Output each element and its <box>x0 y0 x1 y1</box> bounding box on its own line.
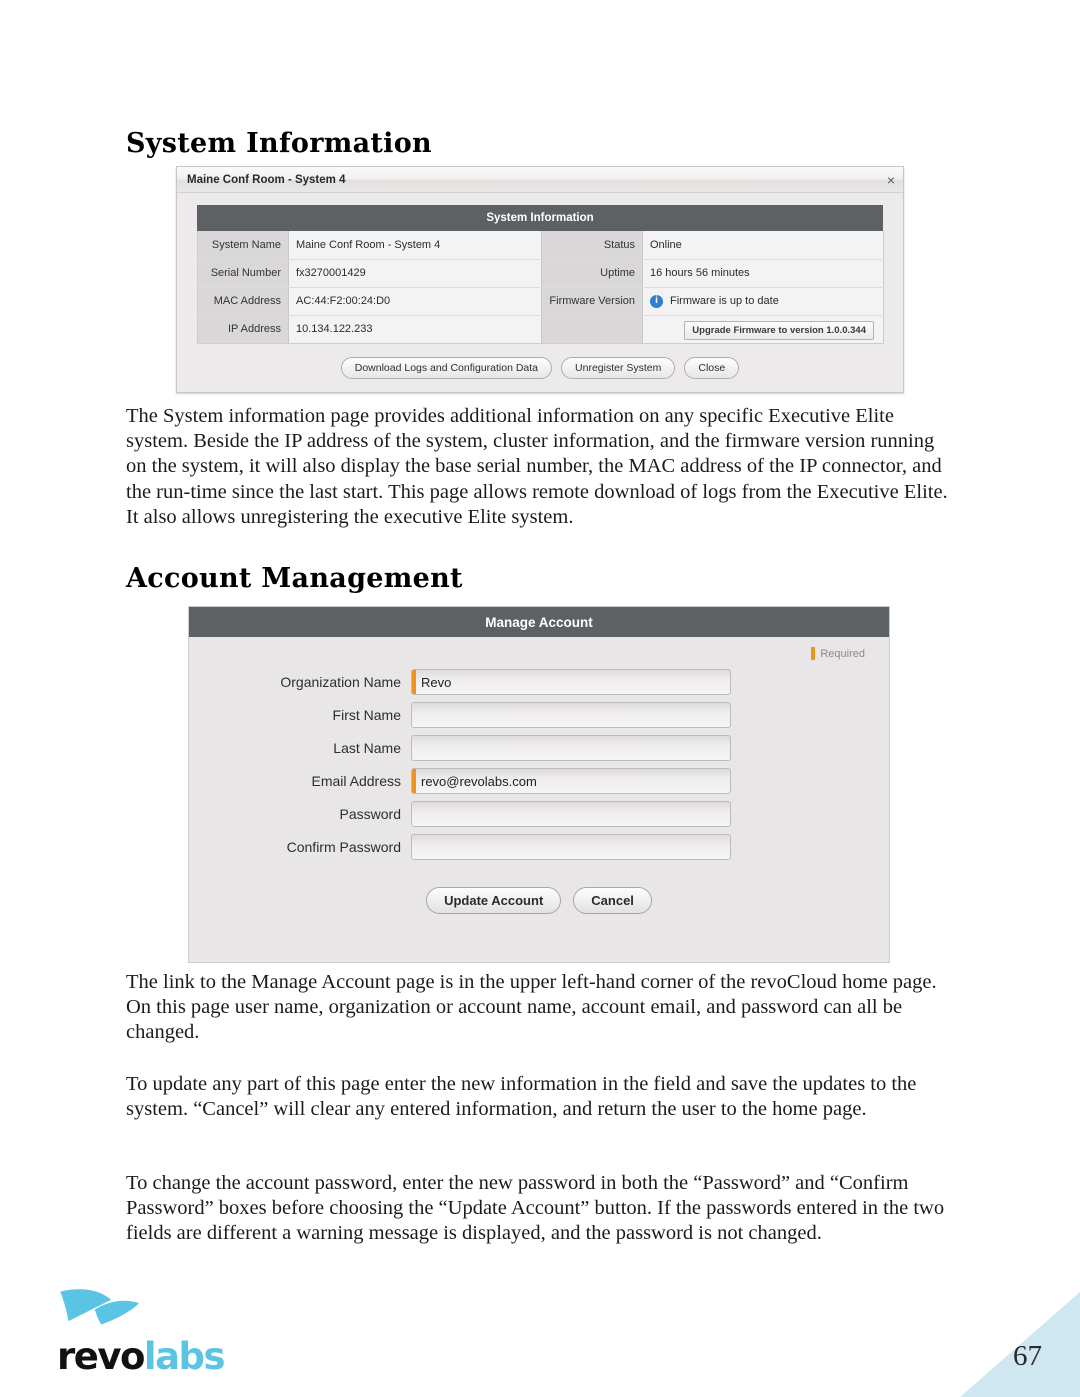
row-label-system-name: System Name <box>197 231 289 260</box>
row-value-mac-address: AC:44:F2:00:24:D0 <box>288 287 542 316</box>
table-row: MAC Address AC:44:F2:00:24:D0 Firmware V… <box>197 287 884 316</box>
manage-account-footer: Update Account Cancel <box>189 867 889 914</box>
revolabs-wing-mark <box>60 1289 140 1325</box>
form-row-last-name: Last Name <box>189 735 889 761</box>
paragraph-update-instructions: To update any part of this page enter th… <box>126 1073 917 1121</box>
form-row-password: Password <box>189 801 889 827</box>
row-value-system-name: Maine Conf Room - System 4 <box>288 231 542 260</box>
manage-account-dialog: Manage Account Required Organization Nam… <box>188 606 890 963</box>
row-label-empty <box>541 315 643 343</box>
row-label-uptime: Uptime <box>541 259 643 288</box>
logo-text-revo: revo <box>57 1335 145 1378</box>
row-value-serial-number: fx3270001429 <box>288 259 542 288</box>
row-value-firmware-version: i Firmware is up to date <box>642 287 884 316</box>
label-first-name: First Name <box>332 707 401 723</box>
form-row-email-address: Email Address revo@revolabs.com <box>189 768 889 794</box>
upgrade-firmware-button[interactable]: Upgrade Firmware to version 1.0.0.344 <box>684 321 874 340</box>
label-password: Password <box>339 806 401 822</box>
email-address-value: revo@revolabs.com <box>421 773 537 789</box>
organization-name-value: Revo <box>421 674 452 690</box>
organization-name-input[interactable]: Revo <box>411 669 731 695</box>
paragraph-system-information: The System information page provides add… <box>126 405 948 528</box>
form-row-confirm-password: Confirm Password <box>189 834 889 860</box>
logo-text-labs: labs <box>143 1335 226 1378</box>
dialog-footer: Download Logs and Configuration Data Unr… <box>197 344 883 392</box>
info-icon: i <box>650 294 663 308</box>
label-email-address: Email Address <box>311 773 401 789</box>
paragraph-password-instructions: To change the account password, enter th… <box>126 1172 945 1245</box>
manage-account-banner: Manage Account <box>189 607 889 637</box>
label-organization-name: Organization Name <box>280 674 401 690</box>
revolabs-wordmark: revolabs <box>57 1338 232 1375</box>
required-legend-label: Required <box>820 647 865 660</box>
close-icon[interactable]: × <box>887 173 895 187</box>
dialog-window-title: Maine Conf Room - System 4 <box>187 173 346 186</box>
dialog-titlebar: Maine Conf Room - System 4 × <box>177 167 903 193</box>
row-label-status: Status <box>541 231 643 260</box>
form-row-first-name: First Name <box>189 702 889 728</box>
system-information-banner: System Information <box>197 205 883 231</box>
required-indicator-icon <box>811 647 816 660</box>
label-last-name: Last Name <box>333 740 401 756</box>
page-title-system-information: System Information <box>126 128 432 159</box>
unregister-system-button[interactable]: Unregister System <box>561 356 676 379</box>
document-page: System Information Maine Conf Room - Sys… <box>0 0 1080 1397</box>
last-name-input[interactable] <box>411 735 731 761</box>
password-input[interactable] <box>411 801 731 827</box>
firmware-status-line: i Firmware is up to date <box>650 294 876 308</box>
row-value-status: Online <box>642 231 884 260</box>
confirm-password-input[interactable] <box>411 834 731 860</box>
paragraph-manage-account-link: The link to the Manage Account page is i… <box>126 971 937 1044</box>
row-label-firmware-version: Firmware Version <box>541 287 643 316</box>
close-button[interactable]: Close <box>684 356 740 379</box>
label-confirm-password: Confirm Password <box>286 839 401 855</box>
system-information-table: System Name Maine Conf Room - System 4 S… <box>197 231 884 344</box>
table-row: IP Address 10.134.122.233 Upgrade Firmwa… <box>197 315 884 343</box>
first-name-input[interactable] <box>411 702 731 728</box>
download-logs-button[interactable]: Download Logs and Configuration Data <box>340 356 553 379</box>
row-label-mac-address: MAC Address <box>197 287 289 316</box>
email-address-input[interactable]: revo@revolabs.com <box>411 768 731 794</box>
table-row: System Name Maine Conf Room - System 4 S… <box>197 231 884 260</box>
revolabs-logo: revolabs <box>57 1285 232 1375</box>
table-row: Serial Number fx3270001429 Uptime 16 hou… <box>197 259 884 288</box>
system-information-dialog: Maine Conf Room - System 4 × System Info… <box>176 166 904 393</box>
row-label-ip-address: IP Address <box>197 315 289 343</box>
upgrade-button-wrap: Upgrade Firmware to version 1.0.0.344 <box>650 318 876 340</box>
update-account-button[interactable]: Update Account <box>426 887 562 914</box>
cancel-button[interactable]: Cancel <box>573 887 652 914</box>
row-value-uptime: 16 hours 56 minutes <box>642 259 884 288</box>
page-title-account-management: Account Management <box>126 563 463 594</box>
firmware-status-text: Firmware is up to date <box>670 295 779 307</box>
form-row-organization-name: Organization Name Revo <box>189 669 889 695</box>
dialog-body: System Information System Name Maine Con… <box>177 193 903 392</box>
upgrade-firmware-cell: Upgrade Firmware to version 1.0.0.344 <box>642 315 884 343</box>
manage-account-form: Organization Name Revo First Name Last N… <box>189 660 889 914</box>
row-label-serial-number: Serial Number <box>197 259 289 288</box>
row-value-ip-address: 10.134.122.233 <box>288 315 542 343</box>
required-legend: Required <box>189 637 889 660</box>
page-number: 67 <box>1013 1340 1042 1372</box>
